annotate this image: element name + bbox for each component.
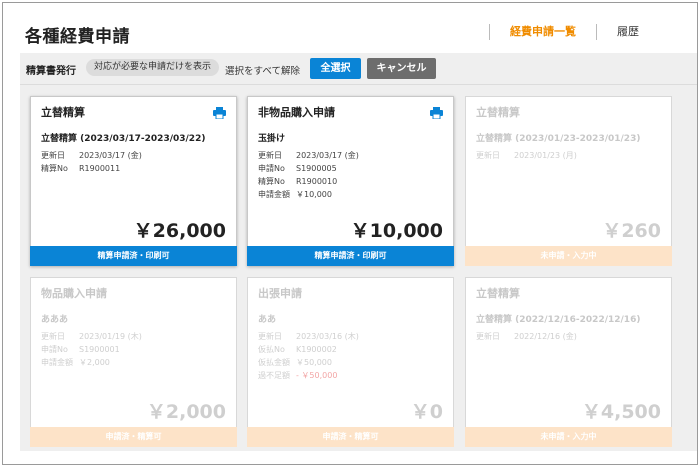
detail-key: 更新日 bbox=[41, 151, 65, 160]
status-badge: 精算申請済・印刷可 bbox=[30, 246, 237, 266]
detail-key: 更新日 bbox=[476, 332, 500, 341]
expense-card[interactable]: 出張申請ああ更新日 2023/03/16 (木) 仮払No K1900002 仮払金額 ￥… bbox=[247, 277, 454, 447]
card-amount: ￥26,000 bbox=[133, 220, 226, 242]
expense-card[interactable]: 物品購入申請 あああ 更新日 2023/01/19 (木) 申請No S1900001 申請… bbox=[30, 277, 237, 447]
detail-row: 更新日 2023/01/23 (月) bbox=[476, 149, 577, 162]
card-title: あああ bbox=[41, 315, 69, 325]
detail-key: 更新日 bbox=[258, 332, 282, 341]
detail-value: R1900010 bbox=[296, 177, 338, 186]
app-window: 各種経費申請 経費申請一覧 履歴 精算書発行 対応が必要な申請だけを表示 選択を… bbox=[2, 2, 698, 465]
detail-row: 仮払金額 ￥50,000 bbox=[258, 356, 359, 369]
detail-row: 更新日 2023/01/19 (木) bbox=[41, 330, 142, 343]
status-badge: 申請済・精算可 bbox=[30, 427, 237, 447]
expense-card[interactable]: 立替精算立替精算 (2023/03/17-2023/03/22) 更新日 2023/… bbox=[30, 96, 237, 266]
detail-key: 更新日 bbox=[258, 151, 282, 160]
card-amount: ￥4,500 bbox=[581, 401, 661, 423]
printer-icon[interactable] bbox=[213, 104, 226, 120]
card-title: 立替精算 (2022/12/16-2022/12/16) bbox=[476, 315, 641, 325]
detail-key: 過不足額 bbox=[258, 371, 290, 380]
detail-value: 2023/03/17 (金) bbox=[296, 151, 359, 160]
detail-value: K1900002 bbox=[296, 345, 337, 354]
detail-value: R1900011 bbox=[79, 164, 121, 173]
card-details: 更新日 2023/03/17 (金) 申請No S1900005 精算No R190001… bbox=[258, 149, 359, 201]
toolbar-label: 精算書発行 bbox=[26, 66, 76, 77]
card-type: 立替精算 bbox=[41, 106, 85, 119]
cancel-button[interactable]: キャンセル bbox=[367, 58, 436, 79]
detail-key: 仮払金額 bbox=[258, 358, 290, 367]
page-header: 各種経費申請 経費申請一覧 履歴 bbox=[3, 3, 697, 53]
select-all-button[interactable]: 全選択 bbox=[310, 58, 361, 79]
card-type: 出張申請 bbox=[258, 287, 302, 300]
detail-value: ￥50,000 bbox=[296, 358, 332, 367]
nav-history[interactable]: 履歴 bbox=[597, 24, 659, 40]
detail-key: 申請金額 bbox=[41, 358, 73, 367]
status-badge: 未申請・入力中 bbox=[465, 427, 672, 447]
status-badge: 未申請・入力中 bbox=[465, 246, 672, 266]
detail-key: 精算No bbox=[258, 177, 285, 186]
detail-value: 2023/01/23 (月) bbox=[514, 151, 577, 160]
detail-row: 更新日 2022/12/16 (金) bbox=[476, 330, 577, 343]
card-title: 玉掛け bbox=[258, 134, 286, 144]
detail-row: 仮払No K1900002 bbox=[258, 343, 359, 356]
card-amount: ￥260 bbox=[602, 220, 661, 242]
detail-row: 精算No R1900011 bbox=[41, 162, 142, 175]
detail-value: 2023/01/19 (木) bbox=[79, 332, 142, 341]
detail-key: 申請金額 bbox=[258, 190, 290, 199]
page-title: 各種経費申請 bbox=[25, 27, 130, 47]
card-type: 立替精算 bbox=[476, 287, 520, 300]
detail-value: S1900005 bbox=[296, 164, 337, 173]
card-type: 立替精算 bbox=[476, 106, 520, 119]
card-details: 更新日 2023/01/19 (木) 申請No S1900001 申請金額 ￥2,000 bbox=[41, 330, 142, 369]
detail-row: 過不足額 - ￥50,000 bbox=[258, 369, 359, 382]
status-badge: 精算申請済・印刷可 bbox=[247, 246, 454, 266]
card-title: ああ bbox=[258, 315, 277, 325]
detail-row: 更新日 2023/03/17 (金) bbox=[41, 149, 142, 162]
card-amount: ￥2,000 bbox=[146, 401, 226, 423]
nav-expense-list[interactable]: 経費申請一覧 bbox=[490, 24, 596, 40]
detail-key: 更新日 bbox=[41, 332, 65, 341]
card-amount: ￥0 bbox=[410, 401, 443, 423]
detail-key: 申請No bbox=[258, 164, 285, 173]
card-details: 更新日 2023/03/17 (金) 精算No R1900011 bbox=[41, 149, 142, 175]
detail-row: 更新日 2023/03/17 (金) bbox=[258, 149, 359, 162]
detail-key: 更新日 bbox=[476, 151, 500, 160]
card-details: 更新日 2023/03/16 (木) 仮払No K1900002 仮払金額 ￥50,000… bbox=[258, 330, 359, 382]
status-badge: 申請済・精算可 bbox=[247, 427, 454, 447]
detail-value: ￥10,000 bbox=[296, 190, 332, 199]
card-title: 立替精算 (2023/03/17-2023/03/22) bbox=[41, 134, 206, 144]
detail-value: S1900001 bbox=[79, 345, 120, 354]
card-grid: 立替精算 立替精算 (2023/03/17-2023/03/22) 更新日 2023/… bbox=[20, 85, 697, 451]
top-nav: 経費申請一覧 履歴 bbox=[489, 24, 659, 40]
detail-key: 精算No bbox=[41, 164, 68, 173]
detail-row: 更新日 2023/03/16 (木) bbox=[258, 330, 359, 343]
detail-key: 仮払No bbox=[258, 345, 285, 354]
expense-card[interactable]: 立替精算立替精算 (2022/12/16-2022/12/16) 更新日 2022/… bbox=[465, 277, 672, 447]
detail-value: 2023/03/17 (金) bbox=[79, 151, 142, 160]
detail-value: ￥2,000 bbox=[79, 358, 110, 367]
detail-row: 申請No S1900005 bbox=[258, 162, 359, 175]
expense-card[interactable]: 立替精算立替精算 (2023/01/23-2023/01/23) 更新日 2023/… bbox=[465, 96, 672, 266]
card-type: 非物品購入申請 bbox=[258, 106, 335, 119]
detail-key: 申請No bbox=[41, 345, 68, 354]
detail-value: - ￥50,000 bbox=[296, 371, 338, 380]
card-type: 物品購入申請 bbox=[41, 287, 107, 300]
clear-selection-link[interactable]: 選択をすべて解除 bbox=[225, 63, 300, 77]
detail-row: 申請金額 ￥2,000 bbox=[41, 356, 142, 369]
expense-card[interactable]: 非物品購入申請 玉掛け更新日 2023/03/17 (金) 申請No S1900005 精… bbox=[247, 96, 454, 266]
card-details: 更新日 2023/01/23 (月) bbox=[476, 149, 577, 162]
detail-value: 2022/12/16 (金) bbox=[514, 332, 577, 341]
detail-row: 申請No S1900001 bbox=[41, 343, 142, 356]
card-title: 立替精算 (2023/01/23-2023/01/23) bbox=[476, 134, 641, 144]
card-details: 更新日 2022/12/16 (金) bbox=[476, 330, 577, 343]
printer-icon[interactable] bbox=[430, 104, 443, 120]
detail-row: 申請金額 ￥10,000 bbox=[258, 188, 359, 201]
detail-value: 2023/03/16 (木) bbox=[296, 332, 359, 341]
filter-toggle[interactable]: 対応が必要な申請だけを表示 bbox=[86, 59, 220, 76]
detail-row: 精算No R1900010 bbox=[258, 175, 359, 188]
card-amount: ￥10,000 bbox=[350, 220, 443, 242]
toolbar: 精算書発行 対応が必要な申請だけを表示 選択をすべて解除 全選択 キャンセル bbox=[20, 53, 697, 85]
